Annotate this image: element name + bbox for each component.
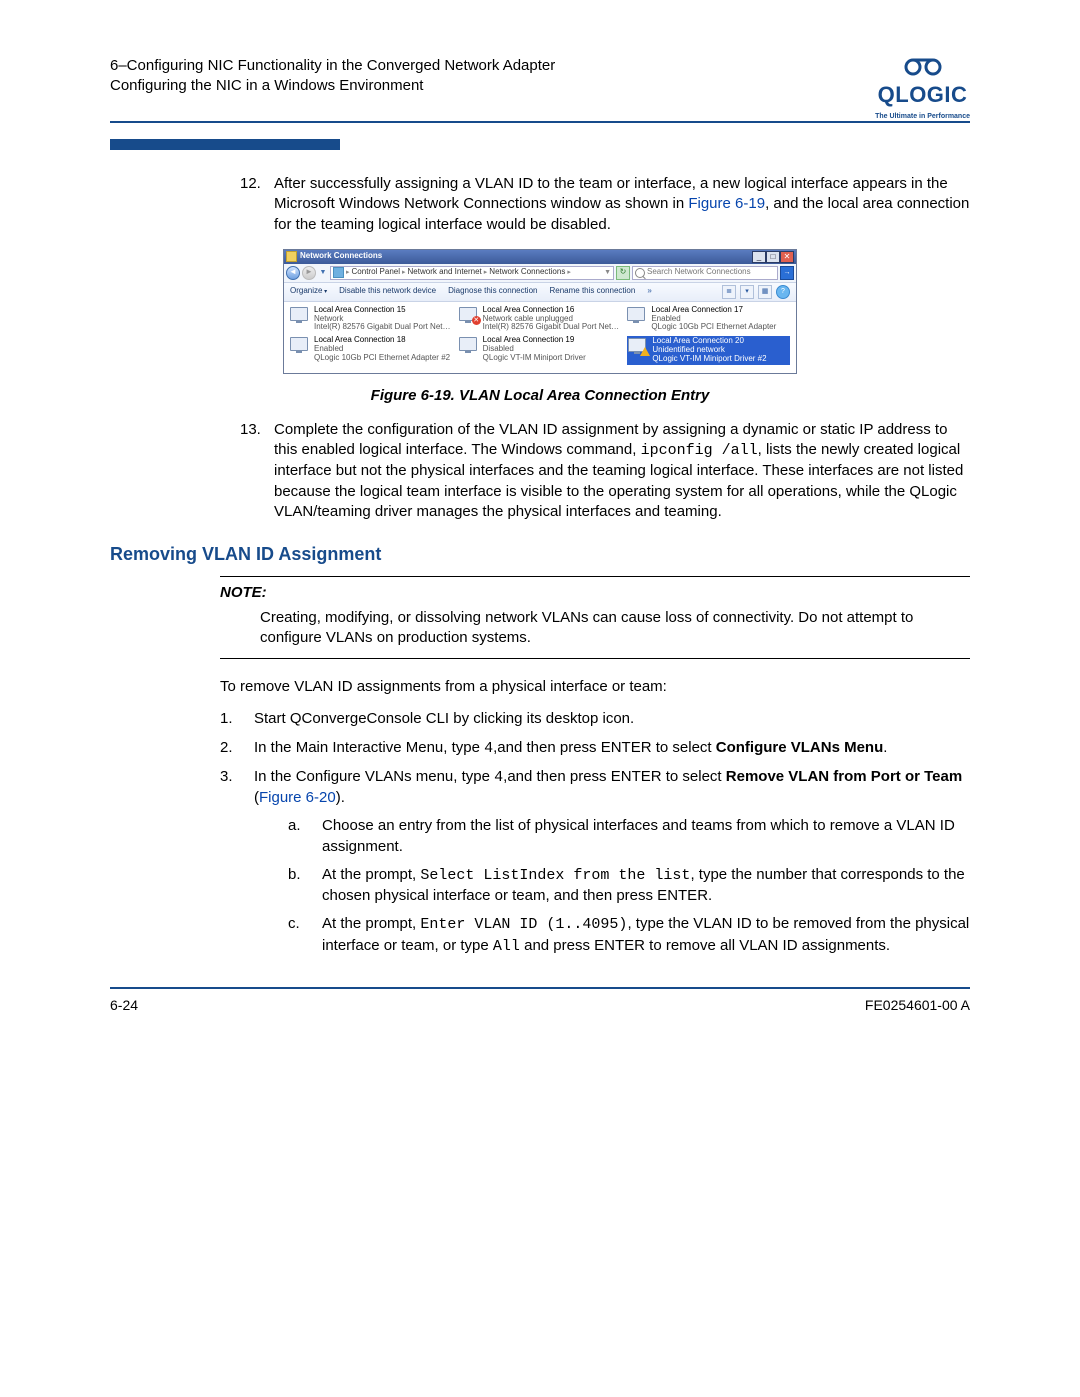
view-icon[interactable]: ≣ <box>722 285 736 299</box>
window-icon <box>286 251 297 262</box>
logo-icon <box>900 56 946 78</box>
close-icon[interactable]: ✕ <box>780 251 794 263</box>
connection-text: Local Area Connection 16Network cable un… <box>483 306 620 332</box>
search-go-icon[interactable]: → <box>780 266 794 280</box>
window-title: Network Connections <box>300 251 382 262</box>
step-12: 12. After successfully assigning a VLAN … <box>240 174 970 235</box>
logo-text: QLOGIC <box>875 80 970 110</box>
window-titlebar: Network Connections _ □ ✕ <box>284 250 796 264</box>
figure-link-6-20[interactable]: Figure 6-20 <box>259 789 336 806</box>
connection-text: Local Area Connection 20Unidentified net… <box>652 337 766 363</box>
footer-rule <box>110 987 970 989</box>
folder-icon <box>333 267 344 278</box>
header-text: 6–Configuring NIC Functionality in the C… <box>110 56 555 97</box>
connection-text: Local Area Connection 17EnabledQLogic 10… <box>651 306 776 332</box>
page-number: 6-24 <box>110 996 138 1015</box>
preview-pane-icon[interactable]: ▦ <box>758 285 772 299</box>
connection-text: Local Area Connection 18EnabledQLogic 10… <box>314 336 450 362</box>
diagnose-button[interactable]: Diagnose this connection <box>448 286 537 297</box>
address-bar: ◄ ► ▼ ▸Control Panel ▸Network and Intern… <box>284 264 796 283</box>
header-line2: Configuring the NIC in a Windows Environ… <box>110 76 555 96</box>
connection-text: Local Area Connection 15NetworkIntel(R) … <box>314 306 451 332</box>
network-adapter-icon: ✕ <box>459 307 479 323</box>
network-adapter-icon <box>290 337 310 353</box>
minimize-icon[interactable]: _ <box>752 251 766 263</box>
help-icon[interactable]: ? <box>776 285 790 299</box>
note-label: NOTE: <box>220 583 970 603</box>
step-13: 13. Complete the configuration of the VL… <box>240 420 970 522</box>
search-icon <box>635 268 645 278</box>
history-dropdown-icon[interactable]: ▼ <box>318 268 328 278</box>
rename-button[interactable]: Rename this connection <box>549 286 635 297</box>
page-footer: 6-24 FE0254601-00 A <box>110 996 970 1015</box>
rstep-2: 2. In the Main Interactive Menu, type 4,… <box>220 738 970 759</box>
back-icon[interactable]: ◄ <box>286 266 300 280</box>
network-adapter-icon <box>290 307 310 323</box>
accent-bar <box>110 139 340 150</box>
substep-a: a. Choose an entry from the list of phys… <box>288 816 970 857</box>
rstep-3: 3. In the Configure VLANs menu, type 4,a… <box>220 767 970 957</box>
connection-item[interactable]: Local Area Connection 18EnabledQLogic 10… <box>290 336 453 364</box>
note-block: NOTE: Creating, modifying, or dissolving… <box>220 576 970 659</box>
connection-item[interactable]: Local Area Connection 15NetworkIntel(R) … <box>290 306 453 332</box>
view-dropdown-icon[interactable]: ▾ <box>740 285 754 299</box>
figure-caption: Figure 6-19. VLAN Local Area Connection … <box>110 386 970 406</box>
breadcrumb-bar[interactable]: ▸Control Panel ▸Network and Internet ▸Ne… <box>330 266 614 280</box>
step-number: 13. <box>240 420 274 522</box>
connection-item[interactable]: Local Area Connection 19DisabledQLogic V… <box>459 336 622 364</box>
connection-item[interactable]: Local Area Connection 20Unidentified net… <box>627 336 790 364</box>
step-body: After successfully assigning a VLAN ID t… <box>274 174 970 235</box>
step-number: 12. <box>240 174 274 235</box>
forward-icon[interactable]: ► <box>302 266 316 280</box>
network-adapter-icon <box>627 307 647 323</box>
header-rule <box>110 121 970 123</box>
refresh-icon[interactable]: ↻ <box>616 266 630 280</box>
substep-b: b. At the prompt, Select ListIndex from … <box>288 865 970 907</box>
connection-grid: Local Area Connection 15NetworkIntel(R) … <box>284 302 796 373</box>
qlogic-logo: QLOGIC The Ultimate in Performance <box>875 56 970 121</box>
network-adapter-icon <box>628 338 648 354</box>
connection-text: Local Area Connection 19DisabledQLogic V… <box>483 336 586 362</box>
logo-tagline: The Ultimate in Performance <box>875 112 970 121</box>
note-body: Creating, modifying, or dissolving netwo… <box>260 608 970 649</box>
step-body: Complete the configuration of the VLAN I… <box>274 420 970 522</box>
search-input[interactable]: Search Network Connections <box>632 266 778 280</box>
overflow-icon[interactable] <box>647 286 651 297</box>
network-connections-window: Network Connections _ □ ✕ ◄ ► ▼ ▸Control… <box>283 249 797 374</box>
page-header: 6–Configuring NIC Functionality in the C… <box>110 56 970 121</box>
connection-item[interactable]: Local Area Connection 17EnabledQLogic 10… <box>627 306 790 332</box>
substep-c: c. At the prompt, Enter VLAN ID (1..4095… <box>288 914 970 957</box>
doc-number: FE0254601-00 A <box>865 996 970 1015</box>
maximize-icon[interactable]: □ <box>766 251 780 263</box>
rstep-1: 1. Start QConvergeConsole CLI by clickin… <box>220 709 970 729</box>
intro-text: To remove VLAN ID assignments from a phy… <box>220 677 970 697</box>
disable-device-button[interactable]: Disable this network device <box>339 286 436 297</box>
connection-item[interactable]: ✕Local Area Connection 16Network cable u… <box>459 306 622 332</box>
header-line1: 6–Configuring NIC Functionality in the C… <box>110 56 555 76</box>
toolbar: Organize Disable this network device Dia… <box>284 283 796 302</box>
figure-link-6-19[interactable]: Figure 6-19 <box>688 195 765 212</box>
organize-menu[interactable]: Organize <box>290 286 327 297</box>
network-adapter-icon <box>459 337 479 353</box>
section-heading: Removing VLAN ID Assignment <box>110 542 970 566</box>
